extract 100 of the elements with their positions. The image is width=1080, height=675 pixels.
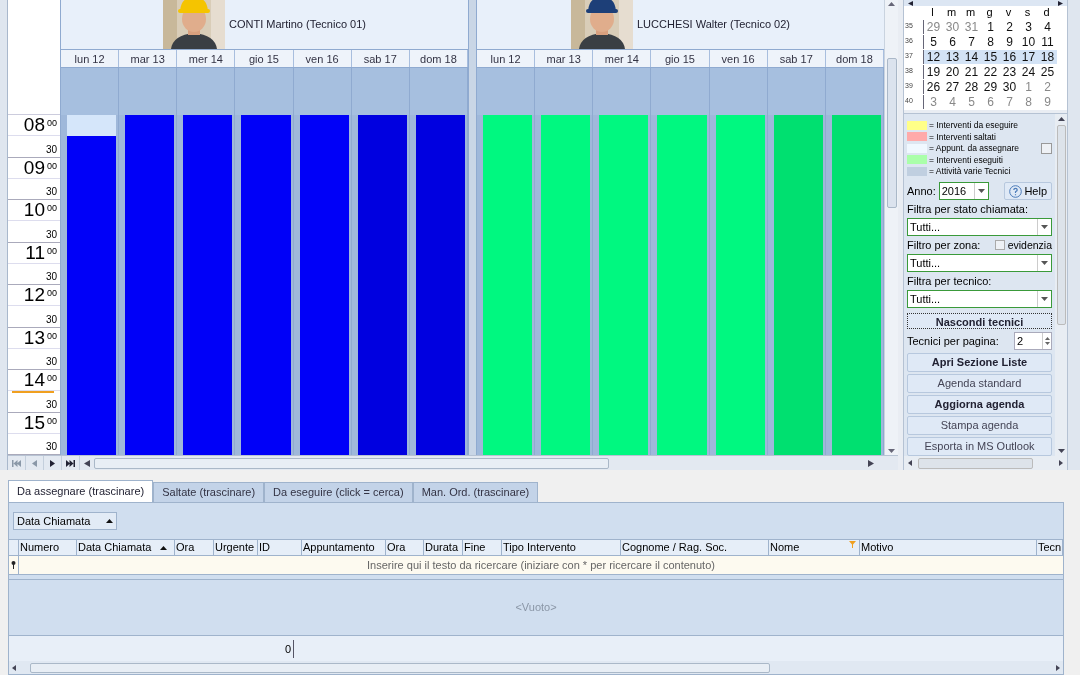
column-header[interactable]: Nome [769,540,860,555]
dropdown[interactable]: 2016 [938,182,989,201]
selected-time-slot[interactable] [67,115,117,137]
calendar-day[interactable]: 17 [1019,49,1038,64]
calendar-day[interactable]: 4 [1038,19,1057,34]
column-header[interactable]: Urgente [214,540,258,555]
help-button[interactable]: Help [1004,182,1052,201]
calendar-day[interactable]: 28 [962,79,981,94]
calendar-day[interactable]: 6 [981,94,1000,109]
calendar-day[interactable]: 25 [1038,64,1057,79]
calendar-day[interactable]: 9 [1000,34,1019,49]
checkbox[interactable] [994,240,1005,251]
appointment-block[interactable] [541,115,591,455]
calendar-day[interactable]: 24 [1019,64,1038,79]
calendar-day[interactable]: 30 [1000,79,1019,94]
calendar-day[interactable]: 3 [1019,19,1038,34]
appointment-block[interactable] [125,115,175,455]
appointment-block[interactable] [657,115,707,455]
calendar-day[interactable]: 9 [1038,94,1057,109]
calendar-day[interactable]: 11 [1038,34,1057,49]
appointment-block[interactable] [415,115,465,455]
calendar-day[interactable]: 13 [943,49,962,64]
panel-button[interactable]: Stampa agenda [907,416,1052,436]
calendar-day[interactable]: 15 [981,49,1000,64]
appointment-block[interactable] [831,115,881,455]
column-header[interactable]: Data Chiamata [77,540,175,555]
next-month-icon[interactable] [1058,1,1063,6]
calendar-day[interactable]: 14 [962,49,981,64]
column-header[interactable]: Tecn [1037,540,1063,555]
previous-month-icon[interactable] [908,1,913,6]
tab[interactable]: Da eseguire (click = cerca) [264,482,413,502]
panel-button[interactable]: Esporta in MS Outlook [907,437,1052,457]
group-by-button[interactable]: Data Chiamata [13,512,118,530]
appointment-block[interactable] [241,115,291,455]
appointment-block[interactable] [183,115,233,455]
calendar-week[interactable]: 3 4 5 6 7 8 9 [923,94,1057,109]
horizontal-scrollbar[interactable] [84,456,874,470]
panel-button[interactable]: Apri Sezione Liste [907,353,1052,373]
panel-button[interactable]: Agenda standard [907,374,1052,394]
appointment-block[interactable] [357,115,407,455]
column-header[interactable]: Cognome / Rag. Soc. [621,540,769,555]
number-spinner[interactable]: 2 [1014,332,1052,351]
calendar-week[interactable]: 29 30 31 1 2 3 4 [923,19,1057,34]
splitter[interactable] [1068,0,1080,470]
calendar-day[interactable]: 12 [924,49,943,64]
tab[interactable]: Man. Ord. (trascinare) [412,482,539,502]
calendar-day[interactable]: 30 [943,19,962,34]
checkbox[interactable] [1041,142,1052,154]
tab[interactable]: Saltate (trascinare) [153,482,265,502]
calendar-day[interactable]: 29 [924,19,943,34]
column-header[interactable]: Fine [463,540,502,555]
calendar-week[interactable]: 12 13 14 15 16 17 18 [923,49,1057,64]
calendar-day[interactable]: 26 [924,79,943,94]
calendar-day[interactable]: 22 [981,64,1000,79]
calendar-week[interactable]: 5 6 7 8 9 10 11 [923,34,1057,49]
scrollbar-thumb[interactable] [886,57,897,208]
calendar-day[interactable]: 16 [1000,49,1019,64]
calendar-day[interactable]: 1 [1019,79,1038,94]
calendar-day[interactable]: 29 [981,79,1000,94]
splitter[interactable] [468,0,476,455]
calendar-day[interactable]: 3 [924,94,943,109]
calendar-day[interactable]: 21 [962,64,981,79]
calendar-day[interactable]: 2 [1000,19,1019,34]
calendar-day[interactable]: 27 [943,79,962,94]
calendar-day[interactable]: 10 [1019,34,1038,49]
vertical-scrollbar[interactable] [884,0,898,455]
appointment-block[interactable] [299,115,349,455]
calendar-day[interactable]: 8 [1019,94,1038,109]
column-header[interactable]: Tipo Intervento [502,540,621,555]
appointment-block[interactable] [773,115,823,455]
calendar-day[interactable]: 31 [962,19,981,34]
horizontal-scrollbar[interactable] [9,661,1063,674]
calendar-day[interactable]: 6 [943,34,962,49]
column-header[interactable]: Numero [19,540,77,555]
column-header[interactable]: Appuntamento [302,540,386,555]
hide-technicians-button[interactable]: Nascondi tecnici [907,313,1052,330]
calendar-day[interactable]: 23 [1000,64,1019,79]
appointment-block[interactable] [483,115,533,455]
column-header[interactable]: Durata [424,540,463,555]
column-header[interactable]: Ora [386,540,424,555]
calendar-day[interactable]: 1 [981,19,1000,34]
calendar-day[interactable]: 2 [1038,79,1057,94]
calendar-day[interactable]: 19 [924,64,943,79]
calendar-week[interactable]: 26 27 28 29 30 1 2 [923,79,1057,94]
calendar-day[interactable]: 5 [924,34,943,49]
dropdown[interactable]: Tutti... [907,254,1052,273]
panel-button[interactable]: Aggiorna agenda [907,395,1052,415]
appointment-block[interactable] [599,115,649,455]
column-header[interactable]: Motivo [860,540,1037,555]
calendar-day[interactable]: 20 [943,64,962,79]
calendar-week[interactable]: 19 20 21 22 23 24 25 [923,64,1057,79]
vertical-scrollbar[interactable] [1055,113,1067,457]
calendar-day[interactable]: 5 [962,94,981,109]
appointment-block[interactable] [715,115,765,455]
calendar-day[interactable]: 7 [1000,94,1019,109]
dropdown[interactable]: Tutti... [907,218,1052,237]
calendar-day[interactable]: 18 [1038,49,1057,64]
dropdown[interactable]: Tutti... [907,290,1052,309]
column-header[interactable]: Ora [175,540,214,555]
column-header[interactable]: ID [258,540,302,555]
